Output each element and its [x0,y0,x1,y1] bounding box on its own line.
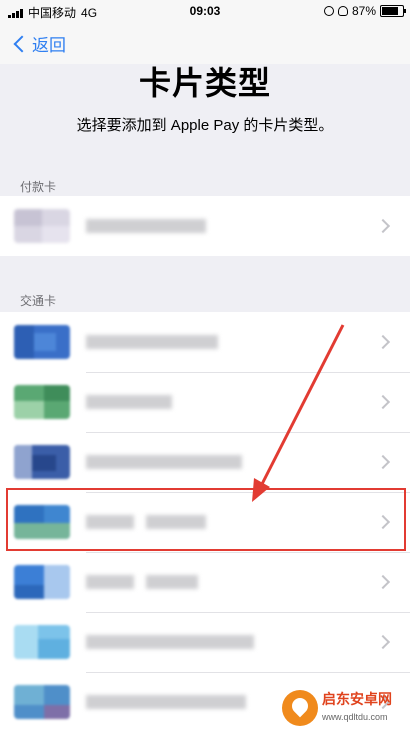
arrow-head [252,478,270,502]
watermark-url: www.qdltdu.com [322,712,388,722]
red-arrow-annotation [252,324,345,502]
watermark-name: 启东安卓网 [322,691,392,707]
watermark-logo-icon [282,690,318,726]
arrow-shaft [258,324,345,489]
watermark: 启东安卓网 www.qdltdu.com [282,690,392,726]
watermark-text: 启东安卓网 www.qdltdu.com [322,691,392,725]
